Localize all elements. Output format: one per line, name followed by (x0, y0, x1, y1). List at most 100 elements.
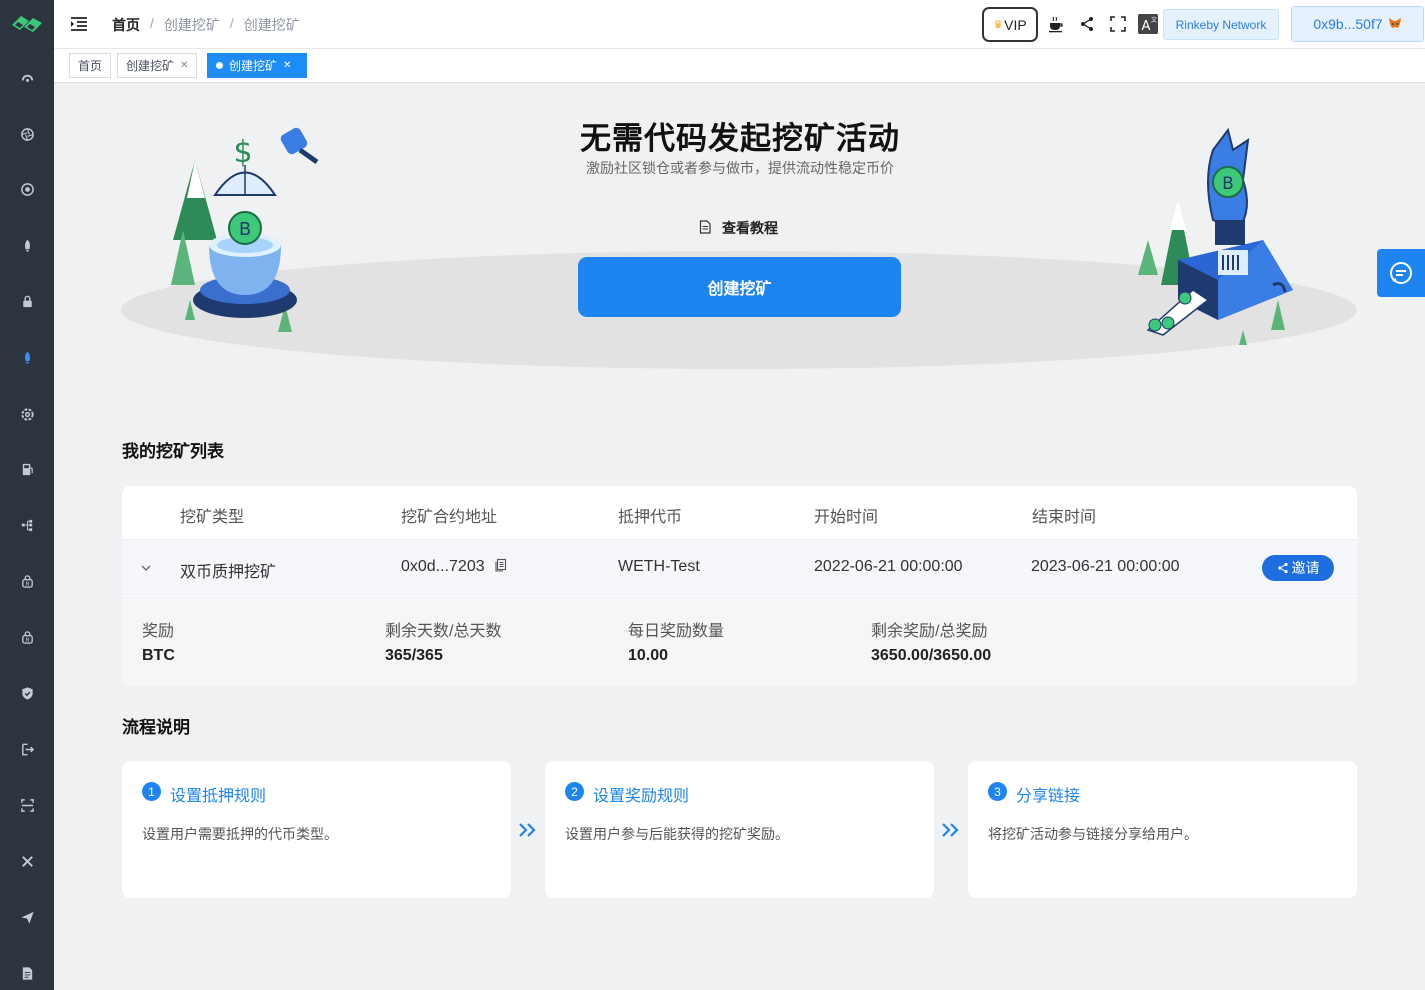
rocket-icon[interactable] (17, 235, 37, 255)
detail-label: 每日奖励数量 (628, 623, 725, 640)
hero-title: 无需代码发起挖矿活动 (580, 121, 900, 156)
svg-text:B: B (239, 219, 251, 240)
detail-label: 剩余奖励/总奖励 (871, 623, 988, 640)
tab-label: 创建挖矿 (126, 59, 175, 73)
tree-icon[interactable] (17, 515, 37, 535)
share-icon (1277, 562, 1288, 574)
chevron-down-icon[interactable] (140, 561, 152, 573)
vip-button[interactable]: ♛ VIP (982, 7, 1038, 42)
fuel-icon[interactable] (17, 459, 37, 479)
close-icon[interactable]: ✕ (283, 60, 291, 71)
export-icon[interactable] (17, 739, 37, 759)
lock-icon[interactable] (17, 291, 37, 311)
dashboard-icon[interactable] (17, 67, 37, 87)
menu-toggle-icon[interactable] (70, 15, 88, 33)
fullscreen-icon[interactable] (1107, 13, 1129, 35)
breadcrumb-separator: / (150, 15, 154, 31)
share-icon[interactable] (1076, 13, 1098, 35)
column-header: 结束时间 (1032, 509, 1097, 526)
close-icon[interactable]: ✕ (180, 60, 188, 71)
tab-home[interactable]: 首页 (69, 53, 112, 78)
detail-label: 奖励 (142, 623, 175, 640)
tab-create-mining-active[interactable]: 创建挖矿 ✕ (207, 53, 307, 78)
detail-label: 剩余天数/总天数 (385, 623, 502, 640)
step-card: 2 设置奖励规则 设置用户参与后能获得的挖矿奖励。 (545, 761, 934, 898)
end-time: 2023-06-21 00:00:00 (1031, 558, 1180, 575)
copy-icon[interactable] (494, 558, 508, 572)
send-icon[interactable] (17, 907, 37, 927)
vip-label: VIP (1004, 16, 1027, 33)
metamask-fox-icon (1388, 16, 1402, 33)
invite-button[interactable]: 邀请 (1262, 555, 1334, 581)
app-logo[interactable] (9, 9, 45, 39)
breadcrumb: 首页 / 创建挖矿 / 创建挖矿 (112, 15, 300, 35)
document-icon (698, 219, 712, 237)
svg-text:$: $ (233, 135, 252, 170)
mining-type: 双币质押挖矿 (180, 564, 277, 581)
step-number: 3 (988, 782, 1007, 801)
svg-text:B: B (25, 637, 29, 643)
column-header: 挖矿类型 (180, 509, 245, 526)
process-title: 流程说明 (122, 718, 190, 737)
double-chevron-right-icon (940, 820, 962, 840)
breadcrumb-separator: / (229, 15, 234, 31)
row-detail-panel: 奖励 剩余天数/总天数 每日奖励数量 剩余奖励/总奖励 BTC 365/365 … (122, 596, 1357, 686)
hero-subtitle: 激励社区锁仓或者参与做市，提供流动性稳定币价 (586, 160, 894, 176)
badge-icon[interactable] (17, 179, 37, 199)
double-chevron-right-icon (517, 820, 539, 840)
step-card: 3 分享链接 将挖矿活动参与链接分享给用户。 (968, 761, 1357, 898)
daily-reward: 10.00 (628, 647, 669, 664)
scan-icon[interactable] (17, 795, 37, 815)
tutorial-label: 查看教程 (722, 220, 778, 236)
svg-text:B: B (1222, 174, 1234, 194)
rocket-active-icon[interactable] (17, 347, 37, 367)
sidebar: B B (0, 0, 54, 990)
contract-address-cell: 0x0d...7203 (401, 558, 508, 576)
tools-icon[interactable] (17, 851, 37, 871)
step-title: 设置抵押规则 (170, 788, 267, 805)
column-header: 挖矿合约地址 (401, 509, 498, 526)
aperture-icon[interactable] (17, 124, 37, 144)
coin-capsule-illustration: B $ (165, 120, 330, 340)
staking-token: WETH-Test (618, 558, 700, 575)
tab-label: 创建挖矿 (229, 59, 278, 73)
tab-create-mining[interactable]: 创建挖矿 ✕ (117, 53, 198, 78)
chat-button[interactable] (1377, 249, 1425, 297)
step-title: 分享链接 (1016, 788, 1081, 805)
rewards-remaining: 3650.00/3650.00 (871, 647, 992, 664)
shield-check-icon[interactable] (17, 683, 37, 703)
column-header: 抵押代币 (618, 509, 683, 526)
svg-text:文: 文 (1151, 16, 1157, 24)
mining-list-title: 我的挖矿列表 (122, 442, 224, 461)
bitcoin-lock-icon-2[interactable]: B (17, 627, 37, 647)
tab-label: 首页 (78, 59, 103, 73)
document-icon[interactable] (17, 963, 37, 983)
translate-icon[interactable]: A文 (1137, 13, 1159, 35)
step-description: 设置用户需要抵押的代币类型。 (142, 826, 338, 842)
coffee-icon[interactable] (1045, 13, 1067, 35)
step-description: 将挖矿活动参与链接分享给用户。 (988, 826, 1198, 842)
crown-icon: ♛ (993, 19, 1004, 31)
start-time: 2022-06-21 00:00:00 (814, 558, 963, 575)
bitcoin-lock-icon[interactable]: B (17, 571, 37, 591)
wallet-address: 0x9b...50f7 (1313, 16, 1383, 32)
chat-bubble-icon (1390, 262, 1412, 284)
table-row[interactable]: 双币质押挖矿 0x0d...7203 WETH-Test 2022-06-21 … (122, 539, 1357, 595)
wallet-button[interactable]: 0x9b...50f7 (1291, 6, 1424, 42)
breadcrumb-item[interactable]: 创建挖矿 (164, 15, 220, 35)
active-dot-icon (216, 62, 223, 69)
robot-hand-illustration: B (1133, 120, 1308, 345)
days-remaining: 365/365 (385, 647, 443, 664)
network-badge[interactable]: Rinkeby Network (1163, 9, 1279, 40)
create-mining-button[interactable]: 创建挖矿 (578, 257, 901, 317)
gear-icon[interactable] (17, 404, 37, 424)
breadcrumb-home[interactable]: 首页 (112, 15, 140, 35)
reward-token: BTC (142, 647, 175, 664)
svg-text:B: B (25, 581, 29, 587)
tutorial-link[interactable]: 查看教程 (690, 218, 790, 238)
top-header: 首页 / 创建挖矿 / 创建挖矿 ♛ VIP A文 Rinkeby Networ… (54, 0, 1425, 49)
contract-address: 0x0d...7203 (401, 558, 485, 575)
breadcrumb-current: 创建挖矿 (243, 17, 300, 33)
step-number: 2 (565, 782, 584, 801)
step-number: 1 (142, 782, 161, 801)
